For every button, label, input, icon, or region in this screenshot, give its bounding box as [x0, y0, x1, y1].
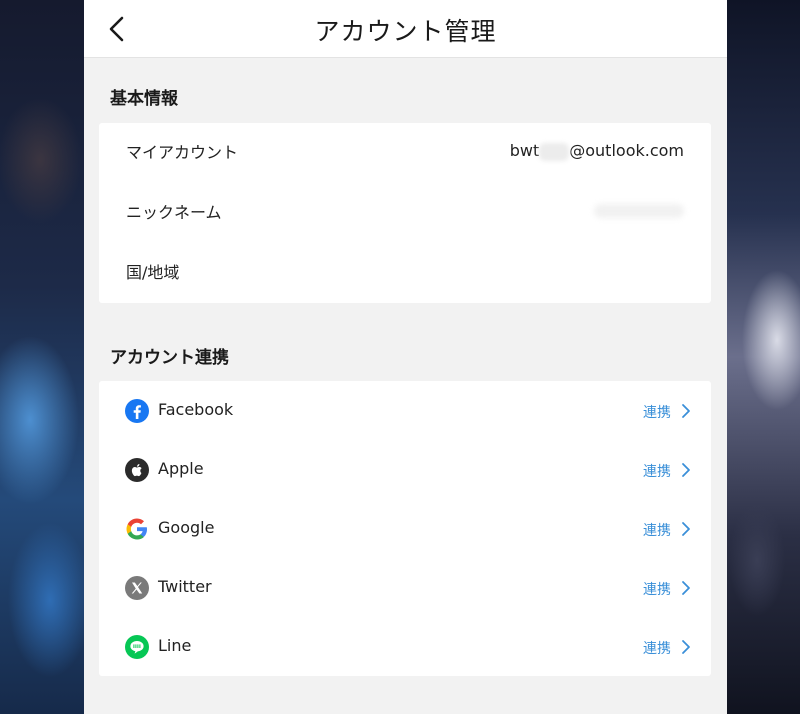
- chevron-right-icon: [682, 404, 690, 418]
- google-icon: [126, 518, 147, 540]
- apple-link-action[interactable]: 連携: [643, 461, 671, 481]
- nickname-redacted-blur: [594, 204, 684, 218]
- email-suffix: @outlook.com: [569, 141, 684, 161]
- nickname-row[interactable]: ニックネーム: [99, 191, 711, 231]
- apple-icon: [125, 458, 149, 482]
- twitter-link-action[interactable]: 連携: [643, 579, 671, 599]
- account-linking-card: Facebook 連携 Apple 連携 Google 連携 Twitter 連…: [99, 381, 711, 676]
- link-row-facebook[interactable]: Facebook 連携: [99, 391, 711, 431]
- line-icon: [125, 635, 149, 659]
- nickname-label: ニックネーム: [126, 203, 222, 222]
- line-label: Line: [158, 636, 192, 655]
- account-management-panel: アカウント管理 基本情報 マイアカウント bwt @outlook.com ニック…: [84, 0, 727, 714]
- link-row-apple[interactable]: Apple 連携: [99, 450, 711, 490]
- section-title-account-linking: アカウント連携: [110, 348, 229, 368]
- my-account-row[interactable]: マイアカウント bwt @outlook.com: [99, 131, 711, 171]
- header-bar: アカウント管理: [84, 0, 727, 58]
- chevron-right-icon: [682, 463, 690, 477]
- facebook-label: Facebook: [158, 400, 234, 419]
- facebook-icon: [125, 399, 149, 423]
- google-label: Google: [158, 518, 215, 537]
- email-prefix: bwt: [509, 141, 540, 161]
- region-label: 国/地域: [126, 263, 180, 282]
- link-row-twitter[interactable]: Twitter 連携: [99, 568, 711, 608]
- my-account-value: bwt @outlook.com: [510, 141, 684, 161]
- link-row-line[interactable]: Line 連携: [99, 627, 711, 667]
- link-row-google[interactable]: Google 連携: [99, 509, 711, 549]
- facebook-link-action[interactable]: 連携: [643, 402, 671, 422]
- chevron-right-icon: [682, 640, 690, 654]
- twitter-label: Twitter: [158, 577, 212, 596]
- background-art-right: [727, 0, 800, 714]
- my-account-label: マイアカウント: [126, 143, 239, 162]
- basic-info-card: マイアカウント bwt @outlook.com ニックネーム 国/地域: [99, 123, 711, 303]
- chevron-right-icon: [682, 522, 690, 536]
- twitter-x-icon: [125, 576, 149, 600]
- google-link-action[interactable]: 連携: [643, 520, 671, 540]
- email-redacted-blur: [539, 142, 570, 161]
- line-link-action[interactable]: 連携: [643, 638, 671, 658]
- background-art-left: [0, 0, 84, 714]
- region-row[interactable]: 国/地域: [99, 251, 711, 291]
- chevron-right-icon: [682, 581, 690, 595]
- apple-label: Apple: [158, 459, 204, 478]
- page-title: アカウント管理: [314, 17, 497, 46]
- section-title-basic-info: 基本情報: [110, 89, 178, 109]
